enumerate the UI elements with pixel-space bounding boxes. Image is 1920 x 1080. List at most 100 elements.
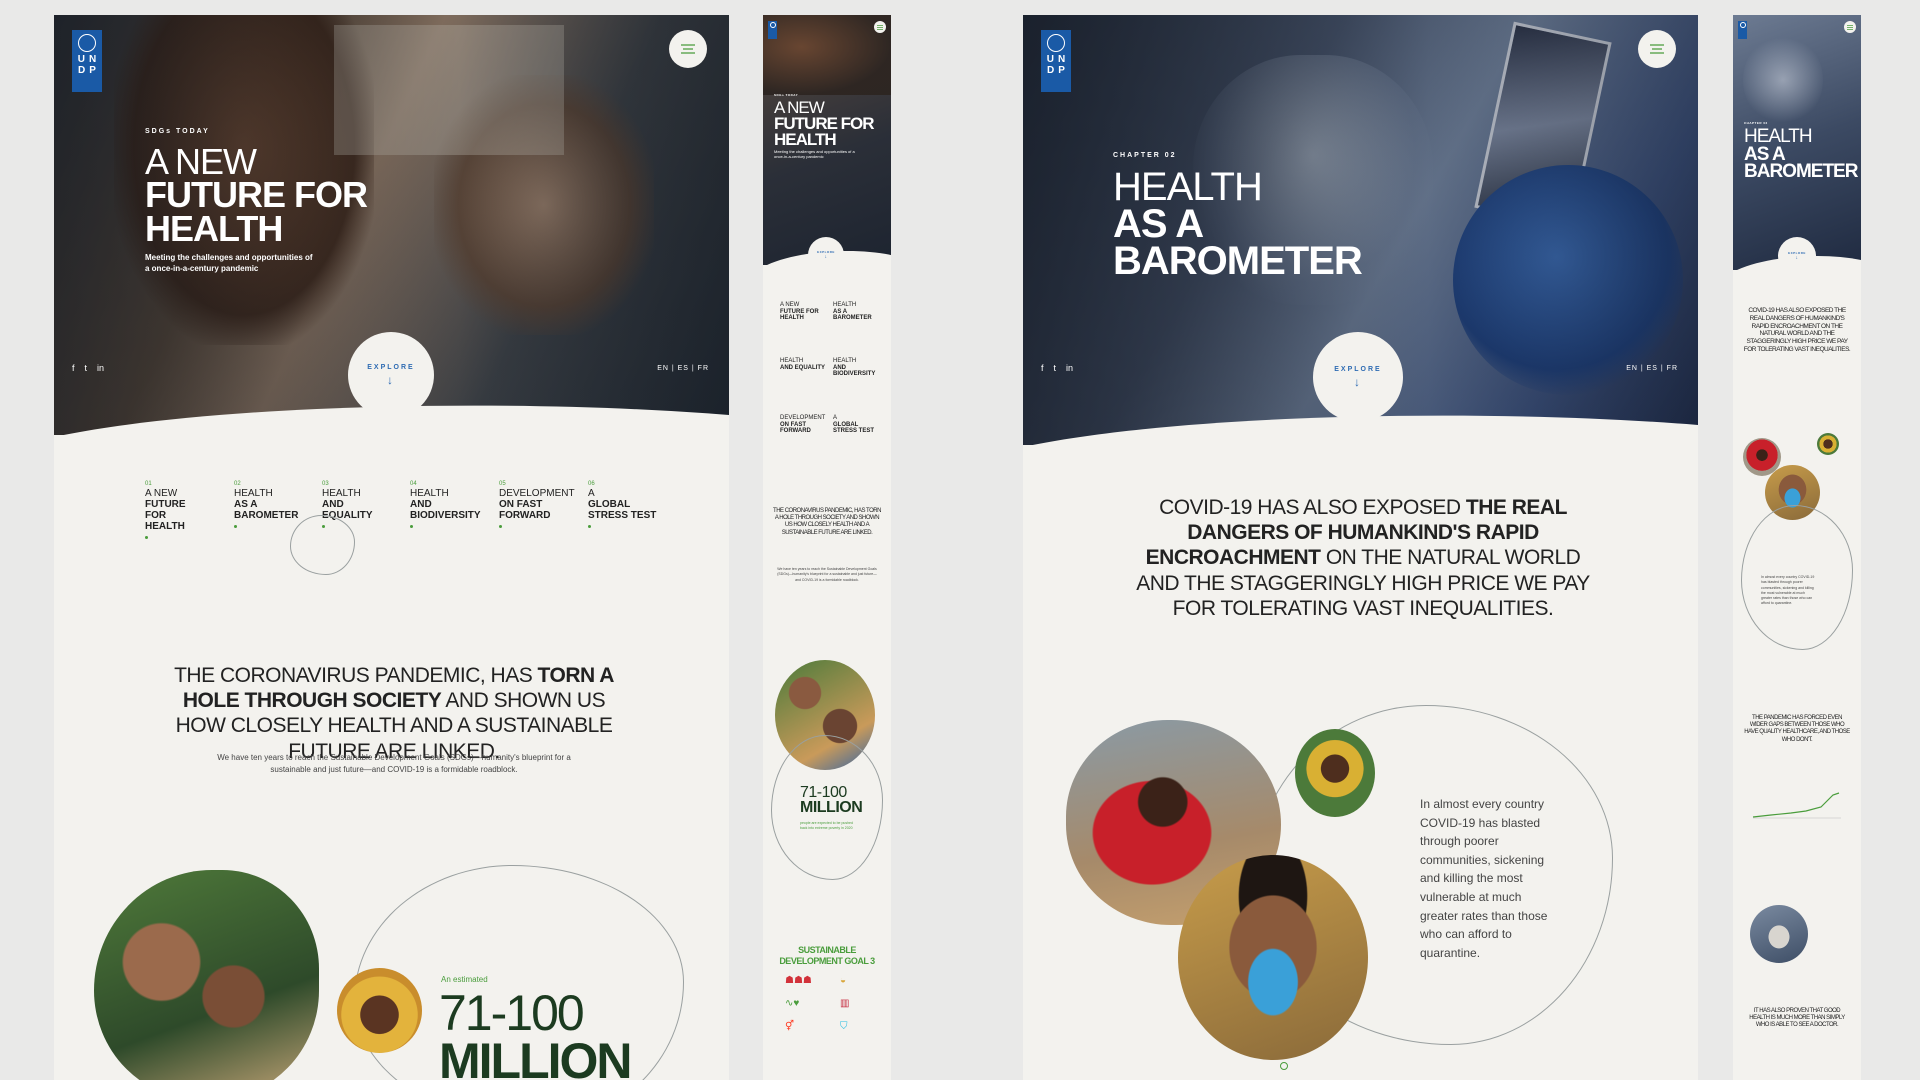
chapter-kicker: CHAPTER 02 [1113,152,1177,159]
logo-letter: D [78,65,86,76]
arrow-down-icon: ↓ [1795,255,1799,261]
mobile-stat: 71-100 MILLION [800,784,863,817]
lead-statement: COVID-19 HAS ALSO EXPOSED THE REAL DANGE… [1136,496,1590,620]
arrow-down-icon: ↓ [824,254,828,260]
menu-button[interactable] [1638,30,1676,68]
intro-body: We have ten years to reach the Sustainab… [217,753,571,774]
photo-child [337,968,422,1053]
un-emblem-icon [769,22,776,28]
mobile2-frame: CHAPTER 02 HEALTH AS A BAROMETER EXPLORE… [1733,15,1861,1080]
un-emblem-icon [1047,34,1065,52]
scroll-indicator-dot[interactable] [1280,1062,1288,1070]
page1-frame: UN DP SDGs TODAY A NEW FUTURE FOR HEALTH… [54,15,729,1080]
sdg-gender-icon: ⚥ [785,1021,795,1032]
mobile-chapter-link-5[interactable]: DEVELOPMENT ON FAST FORWARD [780,415,825,435]
sdg-poverty-icon: ☗☗☗ [785,975,812,986]
title-bold: FUTURE FOR [145,174,368,216]
undp-logo-mobile[interactable] [768,21,777,39]
poverty-stat: 71-100 MILLION [439,985,633,1080]
chapter-link-1[interactable]: 01 A NEW FUTURE FOR HEALTH [145,481,205,539]
hamburger-icon [1650,44,1664,54]
mobile-chapter-link-3[interactable]: HEALTH AND EQUALITY [780,358,825,371]
explore-label: EXPLORE [367,363,415,371]
chapter-link-4[interactable]: 04 HEALTH AND BIODIVERSITY [410,481,481,528]
twitter-icon[interactable]: t [85,363,88,373]
mobile-photo-patient [1750,905,1808,963]
un-emblem-icon [1739,22,1746,28]
mobile-lead-2: THE PANDEMIC HAS FORCED EVEN WIDER GAPS … [1744,715,1850,743]
sdg-icon-grid: ☗☗☗ ◒ ∿♥ ▥ ⚥ ⛉ [785,975,875,1032]
explore-button-mobile[interactable]: EXPLORE ↓ [808,237,844,265]
hamburger-icon [1847,24,1853,30]
linkedin-icon[interactable]: in [97,363,104,373]
mobile1-hero: SDGs TODAY A NEW FUTURE FOR HEALTH Meeti… [763,15,891,265]
undp-logo[interactable]: UN DP [72,30,102,92]
menu-button-mobile[interactable] [874,21,886,33]
hero-subtitle: Meeting the challenges and opportunities… [145,253,313,273]
social-links: f t in [72,363,104,373]
hero-kicker: SDGs TODAY [145,128,210,135]
photo-man-mask [1178,855,1368,1060]
logo-letter: U [77,54,85,65]
page2-hero: UN DP CHAPTER 02 HEALTH AS A BAROMETER f… [1023,15,1698,445]
undp-logo[interactable]: UN DP [1041,30,1071,92]
facebook-icon[interactable]: f [72,363,75,373]
undp-logo-mobile[interactable] [1738,21,1747,39]
mobile-hero-photo [763,15,891,95]
menu-button[interactable] [669,30,707,68]
linkedin-icon[interactable]: in [1066,363,1073,373]
logo-letter: N [89,54,97,65]
mobile-lead: COVID-19 HAS ALSO EXPOSED THE REAL DANGE… [1743,307,1851,353]
mobile-chapter-link-1[interactable]: A NEW FUTURE FOR HEALTH [780,302,825,322]
sdg-water-icon: ⛉ [840,1021,848,1032]
mobile-kicker: SDGs TODAY [774,93,799,97]
title-light: A NEW [145,141,257,182]
facebook-icon[interactable]: f [1041,363,1044,373]
mobile-chapter-link-6[interactable]: A GLOBAL STRESS TEST [833,415,878,435]
hamburger-icon [681,44,695,54]
arrow-down-icon: ↓ [1354,374,1362,389]
mobile-lead-3: IT HAS ALSO PROVEN THAT GOOD HEALTH IS M… [1749,1008,1845,1029]
chapter-link-6[interactable]: 06 A GLOBAL STRESS TEST [588,481,658,528]
mobile-kicker: CHAPTER 02 [1744,121,1768,125]
healthcare-gap-chart [1752,792,1841,819]
hamburger-icon [877,24,883,30]
menu-button-mobile[interactable] [1844,21,1856,33]
lead-statement: THE CORONAVIRUS PANDEMIC, HAS TORN A HOL… [174,664,614,763]
explore-button[interactable]: EXPLORE ↓ [348,332,434,418]
mobile-subtitle: Meeting the challenges and opportunities… [774,149,855,160]
mobile2-hero: CHAPTER 02 HEALTH AS A BAROMETER EXPLORE… [1733,15,1861,270]
page2-frame: UN DP CHAPTER 02 HEALTH AS A BAROMETER f… [1023,15,1698,1080]
mobile-hero-photo [1743,35,1823,125]
arrow-down-icon: ↓ [387,372,395,387]
social-links: f t in [1041,363,1073,373]
mobile-stat-caption: people are expected to be pushed back in… [800,821,853,830]
title-bold: HEALTH [145,207,283,249]
language-switcher[interactable]: EN | ES | FR [657,365,709,372]
chapter-link-5[interactable]: 05 DEVELOPMENT ON FAST FORWARD [499,481,575,528]
photo-woman-green-scarf [1295,729,1375,817]
photo-women-group [94,870,319,1080]
logo-letter: P [89,65,96,76]
sdg-health-icon: ∿♥ [785,998,800,1009]
estimated-label: An estimated [441,975,488,984]
mobile-title: A NEW FUTURE FOR HEALTH [774,98,875,149]
chapter-link-2[interactable]: 02 HEALTH AS A BAROMETER [234,481,298,528]
mobile-photo-green-scarf [1817,433,1839,455]
language-switcher[interactable]: EN | ES | FR [1626,365,1678,372]
mobile-body: We have ten years to reach the Sustainab… [777,567,877,582]
explore-button-mobile[interactable]: EXPLORE ↓ [1778,237,1816,270]
mobile-lead: THE CORONAVIRUS PANDEMIC, HAS TORN A HOL… [773,508,881,536]
mobile-body: In almost every country COVID-19 has bla… [1761,575,1815,606]
page-title: HEALTH AS A BAROMETER [1113,165,1363,284]
nav-hover-blob [290,515,355,575]
mobile-title: HEALTH AS A BAROMETER [1744,126,1858,183]
page-title: A NEW FUTURE FOR HEALTH [145,141,368,249]
chapter-body: In almost every country COVID-19 has bla… [1420,797,1548,960]
mobile-chapter-link-2[interactable]: HEALTH AS A BAROMETER [833,302,878,322]
twitter-icon[interactable]: t [1054,363,1057,373]
mobile-chapter-link-4[interactable]: HEALTH AND BIODIVERSITY [833,358,878,378]
sdg-hunger-icon: ◒ [840,975,847,986]
sdg-education-icon: ▥ [840,998,850,1009]
explore-button[interactable]: EXPLORE ↓ [1313,332,1403,422]
